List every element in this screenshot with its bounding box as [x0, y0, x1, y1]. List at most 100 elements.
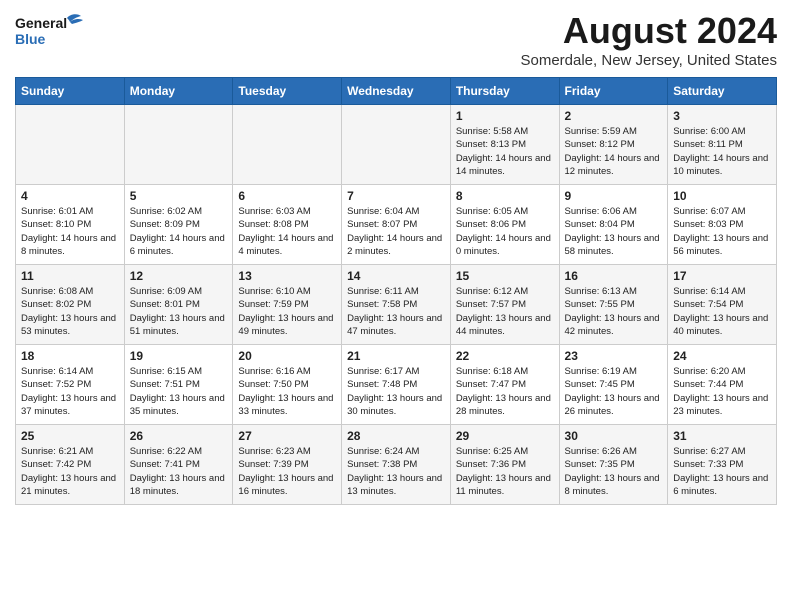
cell-content: Sunrise: 6:15 AMSunset: 7:51 PMDaylight:… — [130, 365, 228, 418]
cell-content: Sunrise: 6:09 AMSunset: 8:01 PMDaylight:… — [130, 285, 228, 338]
cell-content: Sunrise: 6:18 AMSunset: 7:47 PMDaylight:… — [456, 365, 554, 418]
calendar-cell — [342, 105, 451, 185]
weekday-header-saturday: Saturday — [668, 78, 777, 105]
calendar-cell: 31Sunrise: 6:27 AMSunset: 7:33 PMDayligh… — [668, 425, 777, 505]
calendar-cell: 1 Sunrise: 5:58 AMSunset: 8:13 PMDaylight… — [450, 105, 559, 185]
day-number: 23 — [565, 349, 663, 363]
cell-content: Sunrise: 6:17 AMSunset: 7:48 PMDaylight:… — [347, 365, 445, 418]
calendar-cell: 6 Sunrise: 6:03 AMSunset: 8:08 PMDaylight… — [233, 185, 342, 265]
title-section: August 2024 Somerdale, New Jersey, Unite… — [520, 10, 777, 69]
cell-content: Sunrise: 6:19 AMSunset: 7:45 PMDaylight:… — [565, 365, 663, 418]
calendar-cell: 30Sunrise: 6:26 AMSunset: 7:35 PMDayligh… — [559, 425, 668, 505]
cell-content: Sunrise: 6:04 AMSunset: 8:07 PMDaylight:… — [347, 205, 445, 258]
calendar-week-5: 25Sunrise: 6:21 AMSunset: 7:42 PMDayligh… — [16, 425, 777, 505]
weekday-header-wednesday: Wednesday — [342, 78, 451, 105]
cell-content: Sunrise: 6:20 AMSunset: 7:44 PMDaylight:… — [673, 365, 771, 418]
day-number: 7 — [347, 189, 445, 203]
cell-content: Sunrise: 6:16 AMSunset: 7:50 PMDaylight:… — [238, 365, 336, 418]
calendar-cell: 14 Sunrise: 6:11 AMSunset: 7:58 PMDayligh… — [342, 265, 451, 345]
cell-content: Sunrise: 6:00 AMSunset: 8:11 PMDaylight:… — [673, 125, 771, 178]
day-number: 4 — [21, 189, 119, 203]
calendar-cell: 3Sunrise: 6:00 AMSunset: 8:11 PMDaylight… — [668, 105, 777, 185]
day-number: 20 — [238, 349, 336, 363]
cell-content: Sunrise: 5:59 AMSunset: 8:12 PMDaylight:… — [565, 125, 663, 178]
day-number: 18 — [21, 349, 119, 363]
weekday-header-monday: Monday — [124, 78, 233, 105]
cell-content: Sunrise: 6:02 AMSunset: 8:09 PMDaylight:… — [130, 205, 228, 258]
cell-content: Sunrise: 6:06 AMSunset: 8:04 PMDaylight:… — [565, 205, 663, 258]
day-number: 22 — [456, 349, 554, 363]
calendar-cell: 15 Sunrise: 6:12 AMSunset: 7:57 PMDayligh… — [450, 265, 559, 345]
cell-content: Sunrise: 6:11 AMSunset: 7:58 PMDaylight:… — [347, 285, 445, 338]
day-number: 16 — [565, 269, 663, 283]
svg-text:Blue: Blue — [15, 31, 46, 47]
calendar-cell: 24 Sunrise: 6:20 AMSunset: 7:44 PMDayligh… — [668, 345, 777, 425]
calendar-week-4: 18 Sunrise: 6:14 AMSunset: 7:52 PMDayligh… — [16, 345, 777, 425]
logo-svg: General Blue — [15, 10, 90, 55]
day-number: 25 — [21, 429, 119, 443]
calendar-cell: 8 Sunrise: 6:05 AMSunset: 8:06 PMDaylight… — [450, 185, 559, 265]
cell-content: Sunrise: 6:14 AMSunset: 7:52 PMDaylight:… — [21, 365, 119, 418]
calendar-cell — [233, 105, 342, 185]
weekday-header-tuesday: Tuesday — [233, 78, 342, 105]
calendar-cell — [124, 105, 233, 185]
cell-content: Sunrise: 6:13 AMSunset: 7:55 PMDaylight:… — [565, 285, 663, 338]
day-number: 28 — [347, 429, 445, 443]
day-number: 12 — [130, 269, 228, 283]
day-number: 5 — [130, 189, 228, 203]
calendar-cell: 11Sunrise: 6:08 AMSunset: 8:02 PMDayligh… — [16, 265, 125, 345]
day-number: 26 — [130, 429, 228, 443]
day-number: 8 — [456, 189, 554, 203]
subtitle: Somerdale, New Jersey, United States — [520, 52, 777, 69]
day-number: 6 — [238, 189, 336, 203]
calendar-cell: 9Sunrise: 6:06 AMSunset: 8:04 PMDaylight… — [559, 185, 668, 265]
weekday-header-row: SundayMondayTuesdayWednesdayThursdayFrid… — [16, 78, 777, 105]
calendar-cell: 13Sunrise: 6:10 AMSunset: 7:59 PMDayligh… — [233, 265, 342, 345]
calendar-cell: 4 Sunrise: 6:01 AMSunset: 8:10 PMDaylight… — [16, 185, 125, 265]
cell-content: Sunrise: 6:27 AMSunset: 7:33 PMDaylight:… — [673, 445, 771, 498]
cell-content: Sunrise: 6:24 AMSunset: 7:38 PMDaylight:… — [347, 445, 445, 498]
calendar-week-2: 4 Sunrise: 6:01 AMSunset: 8:10 PMDaylight… — [16, 185, 777, 265]
cell-content: Sunrise: 6:08 AMSunset: 8:02 PMDaylight:… — [21, 285, 119, 338]
cell-content: Sunrise: 6:12 AMSunset: 7:57 PMDaylight:… — [456, 285, 554, 338]
calendar-cell: 18 Sunrise: 6:14 AMSunset: 7:52 PMDayligh… — [16, 345, 125, 425]
day-number: 15 — [456, 269, 554, 283]
calendar-cell: 10 Sunrise: 6:07 AMSunset: 8:03 PMDayligh… — [668, 185, 777, 265]
cell-content: Sunrise: 6:10 AMSunset: 7:59 PMDaylight:… — [238, 285, 336, 338]
cell-content: Sunrise: 6:03 AMSunset: 8:08 PMDaylight:… — [238, 205, 336, 258]
logo: General Blue — [15, 10, 90, 55]
day-number: 14 — [347, 269, 445, 283]
svg-text:General: General — [15, 15, 67, 31]
calendar-cell: 23 Sunrise: 6:19 AMSunset: 7:45 PMDayligh… — [559, 345, 668, 425]
cell-content: Sunrise: 6:14 AMSunset: 7:54 PMDaylight:… — [673, 285, 771, 338]
calendar-cell: 26 Sunrise: 6:22 AMSunset: 7:41 PMDayligh… — [124, 425, 233, 505]
cell-content: Sunrise: 6:25 AMSunset: 7:36 PMDaylight:… — [456, 445, 554, 498]
calendar-cell: 21 Sunrise: 6:17 AMSunset: 7:48 PMDayligh… — [342, 345, 451, 425]
calendar-cell: 16 Sunrise: 6:13 AMSunset: 7:55 PMDayligh… — [559, 265, 668, 345]
calendar-cell: 22 Sunrise: 6:18 AMSunset: 7:47 PMDayligh… — [450, 345, 559, 425]
calendar-cell: 2 Sunrise: 5:59 AMSunset: 8:12 PMDaylight… — [559, 105, 668, 185]
cell-content: Sunrise: 6:22 AMSunset: 7:41 PMDaylight:… — [130, 445, 228, 498]
day-number: 27 — [238, 429, 336, 443]
calendar-cell: 20 Sunrise: 6:16 AMSunset: 7:50 PMDayligh… — [233, 345, 342, 425]
cell-content: Sunrise: 6:01 AMSunset: 8:10 PMDaylight:… — [21, 205, 119, 258]
calendar-cell — [16, 105, 125, 185]
cell-content: Sunrise: 6:07 AMSunset: 8:03 PMDaylight:… — [673, 205, 771, 258]
calendar-cell: 29 Sunrise: 6:25 AMSunset: 7:36 PMDayligh… — [450, 425, 559, 505]
cell-content: Sunrise: 6:23 AMSunset: 7:39 PMDaylight:… — [238, 445, 336, 498]
cell-content: Sunrise: 6:05 AMSunset: 8:06 PMDaylight:… — [456, 205, 554, 258]
day-number: 19 — [130, 349, 228, 363]
day-number: 10 — [673, 189, 771, 203]
calendar-cell: 12 Sunrise: 6:09 AMSunset: 8:01 PMDayligh… — [124, 265, 233, 345]
day-number: 24 — [673, 349, 771, 363]
cell-content: Sunrise: 5:58 AMSunset: 8:13 PMDaylight:… — [456, 125, 554, 178]
calendar-week-1: 1 Sunrise: 5:58 AMSunset: 8:13 PMDaylight… — [16, 105, 777, 185]
day-number: 21 — [347, 349, 445, 363]
day-number: 1 — [456, 109, 554, 123]
calendar-cell: 25Sunrise: 6:21 AMSunset: 7:42 PMDayligh… — [16, 425, 125, 505]
day-number: 29 — [456, 429, 554, 443]
calendar-cell: 27 Sunrise: 6:23 AMSunset: 7:39 PMDayligh… — [233, 425, 342, 505]
weekday-header-sunday: Sunday — [16, 78, 125, 105]
day-number: 2 — [565, 109, 663, 123]
calendar-cell: 5 Sunrise: 6:02 AMSunset: 8:09 PMDaylight… — [124, 185, 233, 265]
